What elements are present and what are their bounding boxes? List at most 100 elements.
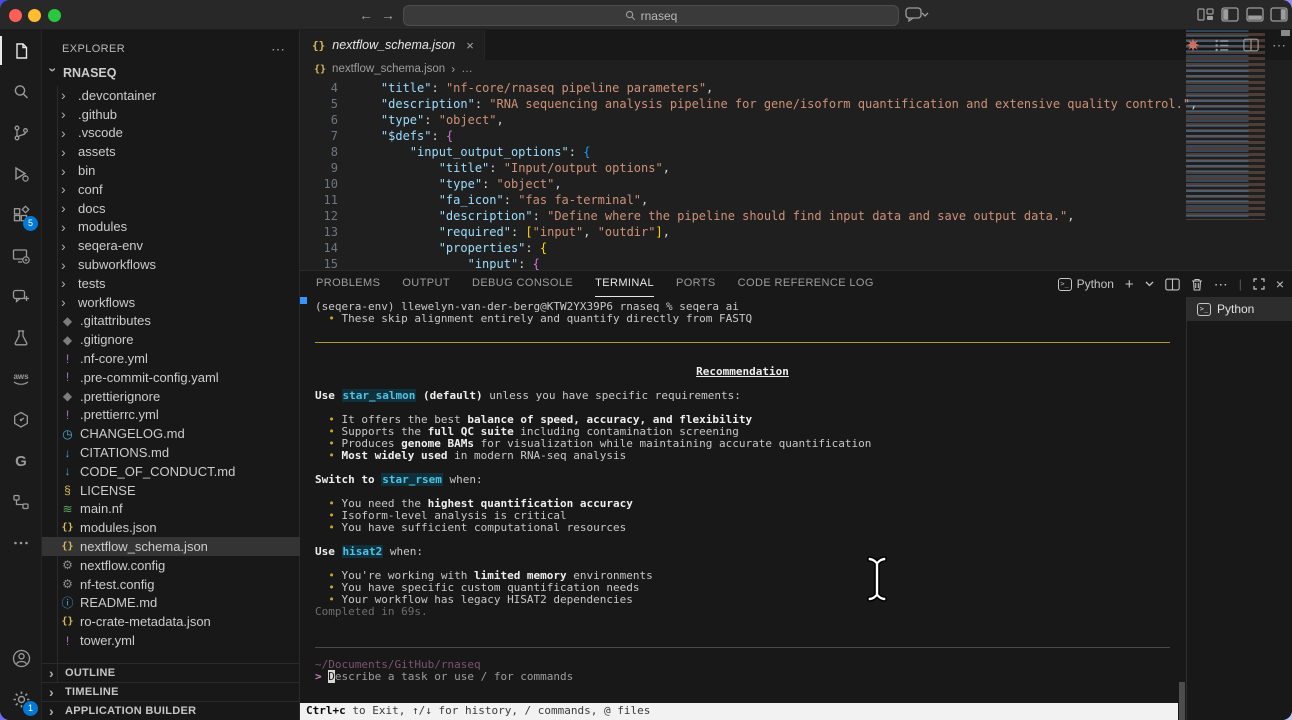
activity-run-debug[interactable]	[0, 153, 42, 194]
split-terminal-icon[interactable]	[1165, 278, 1180, 291]
tree-item-.pre-commit-config.yaml[interactable]: !.pre-commit-config.yaml	[42, 368, 300, 387]
tree-item-nextflow_schema.json[interactable]: {}nextflow_schema.json	[42, 537, 300, 556]
tree-item-nextflow.config[interactable]: ⚙nextflow.config	[42, 556, 300, 575]
minimize-traffic-light[interactable]	[28, 9, 41, 22]
tree-item-docs[interactable]: ›docs	[42, 199, 300, 218]
close-tab-icon[interactable]: ×	[466, 38, 474, 53]
tree-item-nf-test.config[interactable]: ⚙nf-test.config	[42, 575, 300, 594]
terminal-scrollbar[interactable]	[1178, 297, 1186, 720]
breadcrumb-more[interactable]: …	[461, 63, 473, 75]
tree-item-LICENSE[interactable]: §LICENSE	[42, 481, 300, 500]
breadcrumb-file[interactable]: nextflow_schema.json	[332, 63, 445, 75]
chevron-down-icon[interactable]	[1145, 281, 1154, 287]
tree-item-CHANGELOG.md[interactable]: ◷CHANGELOG.md	[42, 424, 300, 443]
activity-gitlens[interactable]: G	[0, 440, 42, 481]
project-root-row[interactable]: › RNASEQ	[42, 62, 300, 84]
terminal-list: >_ Python	[1186, 297, 1292, 720]
panel-tab-problems[interactable]: PROBLEMS	[316, 271, 380, 297]
terminal-list-item-python[interactable]: >_ Python	[1187, 297, 1292, 321]
toggle-sidebar-right-icon[interactable]	[1270, 7, 1288, 22]
activity-remote-explorer[interactable]	[0, 235, 42, 276]
tab-nextflow-schema[interactable]: {} nextflow_schema.json ×	[300, 30, 485, 60]
chat-dropdown-icon[interactable]	[905, 7, 931, 23]
tree-item-README.md[interactable]: ⓘREADME.md	[42, 594, 300, 613]
maximize-icon[interactable]	[1253, 278, 1265, 290]
tree-item-CITATIONS.md[interactable]: ↓CITATIONS.md	[42, 443, 300, 462]
toggle-panel-icon[interactable]	[1246, 7, 1264, 22]
toggle-sidebar-left-icon[interactable]	[1221, 7, 1239, 22]
source-control-icon	[11, 123, 31, 143]
code-editor[interactable]: 4 "title": "nf-core/rnaseq pipeline para…	[300, 78, 1292, 270]
more-icon[interactable]: ⋯	[1214, 276, 1228, 293]
panel-tab-code-reference-log[interactable]: CODE REFERENCE LOG	[738, 271, 874, 297]
tree-item-ro-crate-metadata.json[interactable]: {}ro-crate-metadata.json	[42, 612, 300, 631]
gitlens-icon: G	[11, 451, 31, 471]
section-timeline[interactable]: ›TIMELINE	[42, 682, 300, 701]
tree-item-.gitignore[interactable]: ◆.gitignore	[42, 330, 300, 349]
activity-source-control[interactable]	[0, 112, 42, 153]
editor-scrollbar[interactable]	[1279, 30, 1292, 222]
tree-item-tests[interactable]: ›tests	[42, 274, 300, 293]
zoom-traffic-light[interactable]	[48, 9, 61, 22]
code-text: "type": "object",	[352, 112, 504, 128]
panel-tab-output[interactable]: OUTPUT	[402, 271, 450, 297]
tree-item-workflows[interactable]: ›workflows	[42, 293, 300, 312]
activity-aws[interactable]: aws	[0, 358, 42, 399]
tree-item-modules[interactable]: ›modules	[42, 218, 300, 237]
panel-tab-terminal[interactable]: TERMINAL	[595, 271, 654, 297]
activity-extensions[interactable]: 5	[0, 194, 42, 235]
chevron-right-icon: ›	[451, 62, 455, 76]
activity-testing[interactable]	[0, 317, 42, 358]
new-terminal-icon[interactable]: +	[1125, 276, 1134, 293]
tree-item-modules.json[interactable]: {}modules.json	[42, 518, 300, 537]
shell-selector[interactable]: >_ Python	[1058, 277, 1114, 291]
tree-item-.prettierrc.yml[interactable]: !.prettierrc.yml	[42, 406, 300, 425]
tree-item-conf[interactable]: ›conf	[42, 180, 300, 199]
close-icon[interactable]: ×	[1276, 276, 1284, 292]
tree-item-.gitattributes[interactable]: ◆.gitattributes	[42, 312, 300, 331]
activity-accounts[interactable]	[0, 638, 42, 679]
panel-tab-debug-console[interactable]: DEBUG CONSOLE	[472, 271, 573, 297]
chevron-right-icon: ›	[61, 163, 72, 179]
activity-explorer[interactable]	[0, 30, 42, 71]
customize-layout-icon[interactable]	[1197, 7, 1214, 22]
tree-item-.prettierignore[interactable]: ◆.prettierignore	[42, 387, 300, 406]
code-line: 14 "properties": {	[300, 240, 1292, 256]
explorer-sidebar: EXPLORER ⋯ › RNASEQ ›.devcontainer›.gith…	[42, 30, 300, 720]
tree-item-.vscode[interactable]: ›.vscode	[42, 124, 300, 143]
nav-back-icon[interactable]: ←	[359, 6, 373, 24]
tree-item-main.nf[interactable]: ≋main.nf	[42, 500, 300, 519]
command-center-search[interactable]: rnaseq	[403, 5, 899, 26]
terminal-output[interactable]: (seqera-env) llewelyn-van-der-berg@KTW2Y…	[300, 297, 1178, 720]
activity-settings[interactable]: 1	[0, 679, 42, 720]
tree-item-subworkflows[interactable]: ›subworkflows	[42, 255, 300, 274]
tree-item-.github[interactable]: ›.github	[42, 105, 300, 124]
tree-item-CODE_OF_CONDUCT.md[interactable]: ↓CODE_OF_CONDUCT.md	[42, 462, 300, 481]
close-traffic-light[interactable]	[9, 9, 22, 22]
minimap[interactable]	[1186, 30, 1278, 220]
terminal-scrollbar-thumb[interactable]	[1179, 682, 1185, 720]
editor-scrollbar-thumb[interactable]	[1281, 30, 1290, 36]
section-application-builder[interactable]: ›APPLICATION BUILDER	[42, 701, 300, 720]
activity-chat[interactable]	[0, 276, 42, 317]
tree-item-.devcontainer[interactable]: ›.devcontainer	[42, 86, 300, 105]
folder-label: bin	[78, 163, 95, 178]
json-file-icon: {}	[61, 522, 74, 533]
tree-item-.nf-core.yml[interactable]: !.nf-core.yml	[42, 349, 300, 368]
tree-item-seqera-env[interactable]: ›seqera-env	[42, 236, 300, 255]
section-outline[interactable]: ›OUTLINE	[42, 663, 300, 682]
tree-item-assets[interactable]: ›assets	[42, 142, 300, 161]
nav-forward-icon[interactable]: →	[381, 6, 395, 24]
activity-more-views[interactable]	[0, 522, 42, 563]
trash-icon[interactable]	[1191, 278, 1203, 291]
activity-diagram-tool[interactable]	[0, 481, 42, 522]
activity-search[interactable]	[0, 71, 42, 112]
sidebar-sections: ›OUTLINE›TIMELINE›APPLICATION BUILDER	[42, 663, 300, 720]
activity-hexagon-tool[interactable]	[0, 399, 42, 440]
breadcrumb[interactable]: {} nextflow_schema.json › …	[300, 60, 1292, 78]
explorer-more-icon[interactable]: ⋯	[271, 41, 286, 58]
panel-tab-ports[interactable]: PORTS	[676, 271, 716, 297]
tree-item-tower.yml[interactable]: !tower.yml	[42, 631, 300, 650]
terminal-divider	[315, 342, 1170, 354]
tree-item-bin[interactable]: › bin	[42, 161, 300, 180]
